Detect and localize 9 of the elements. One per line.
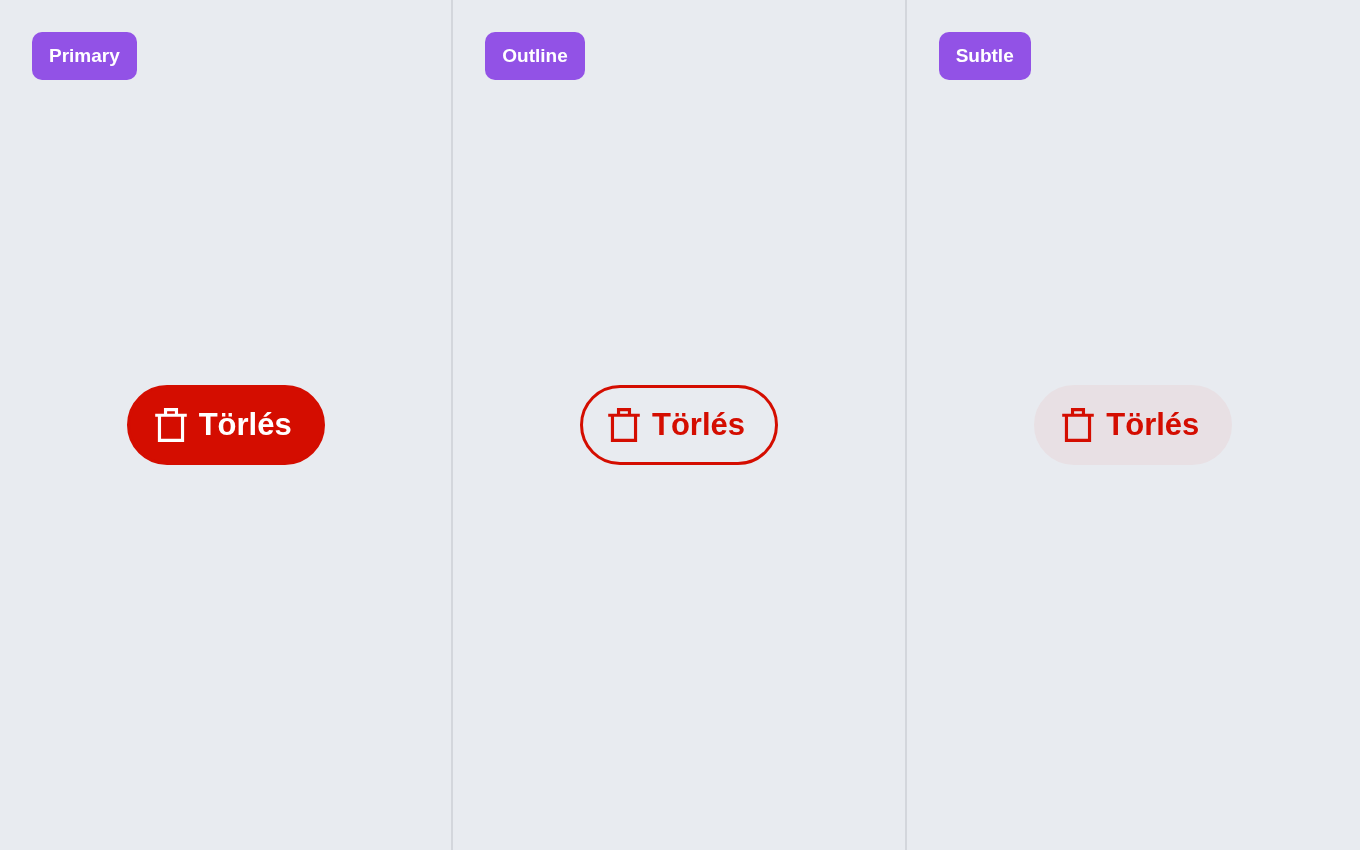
variant-label: Outline: [485, 32, 585, 80]
trash-icon: [1061, 408, 1096, 442]
delete-button[interactable]: Törlés: [579, 385, 778, 465]
delete-button[interactable]: Törlés: [1034, 385, 1233, 465]
variant-label: Subtle: [938, 32, 1031, 80]
variant-label: Primary: [32, 32, 137, 80]
trash-icon: [153, 408, 188, 442]
trash-icon: [606, 408, 641, 442]
delete-button[interactable]: Törlés: [126, 385, 325, 465]
